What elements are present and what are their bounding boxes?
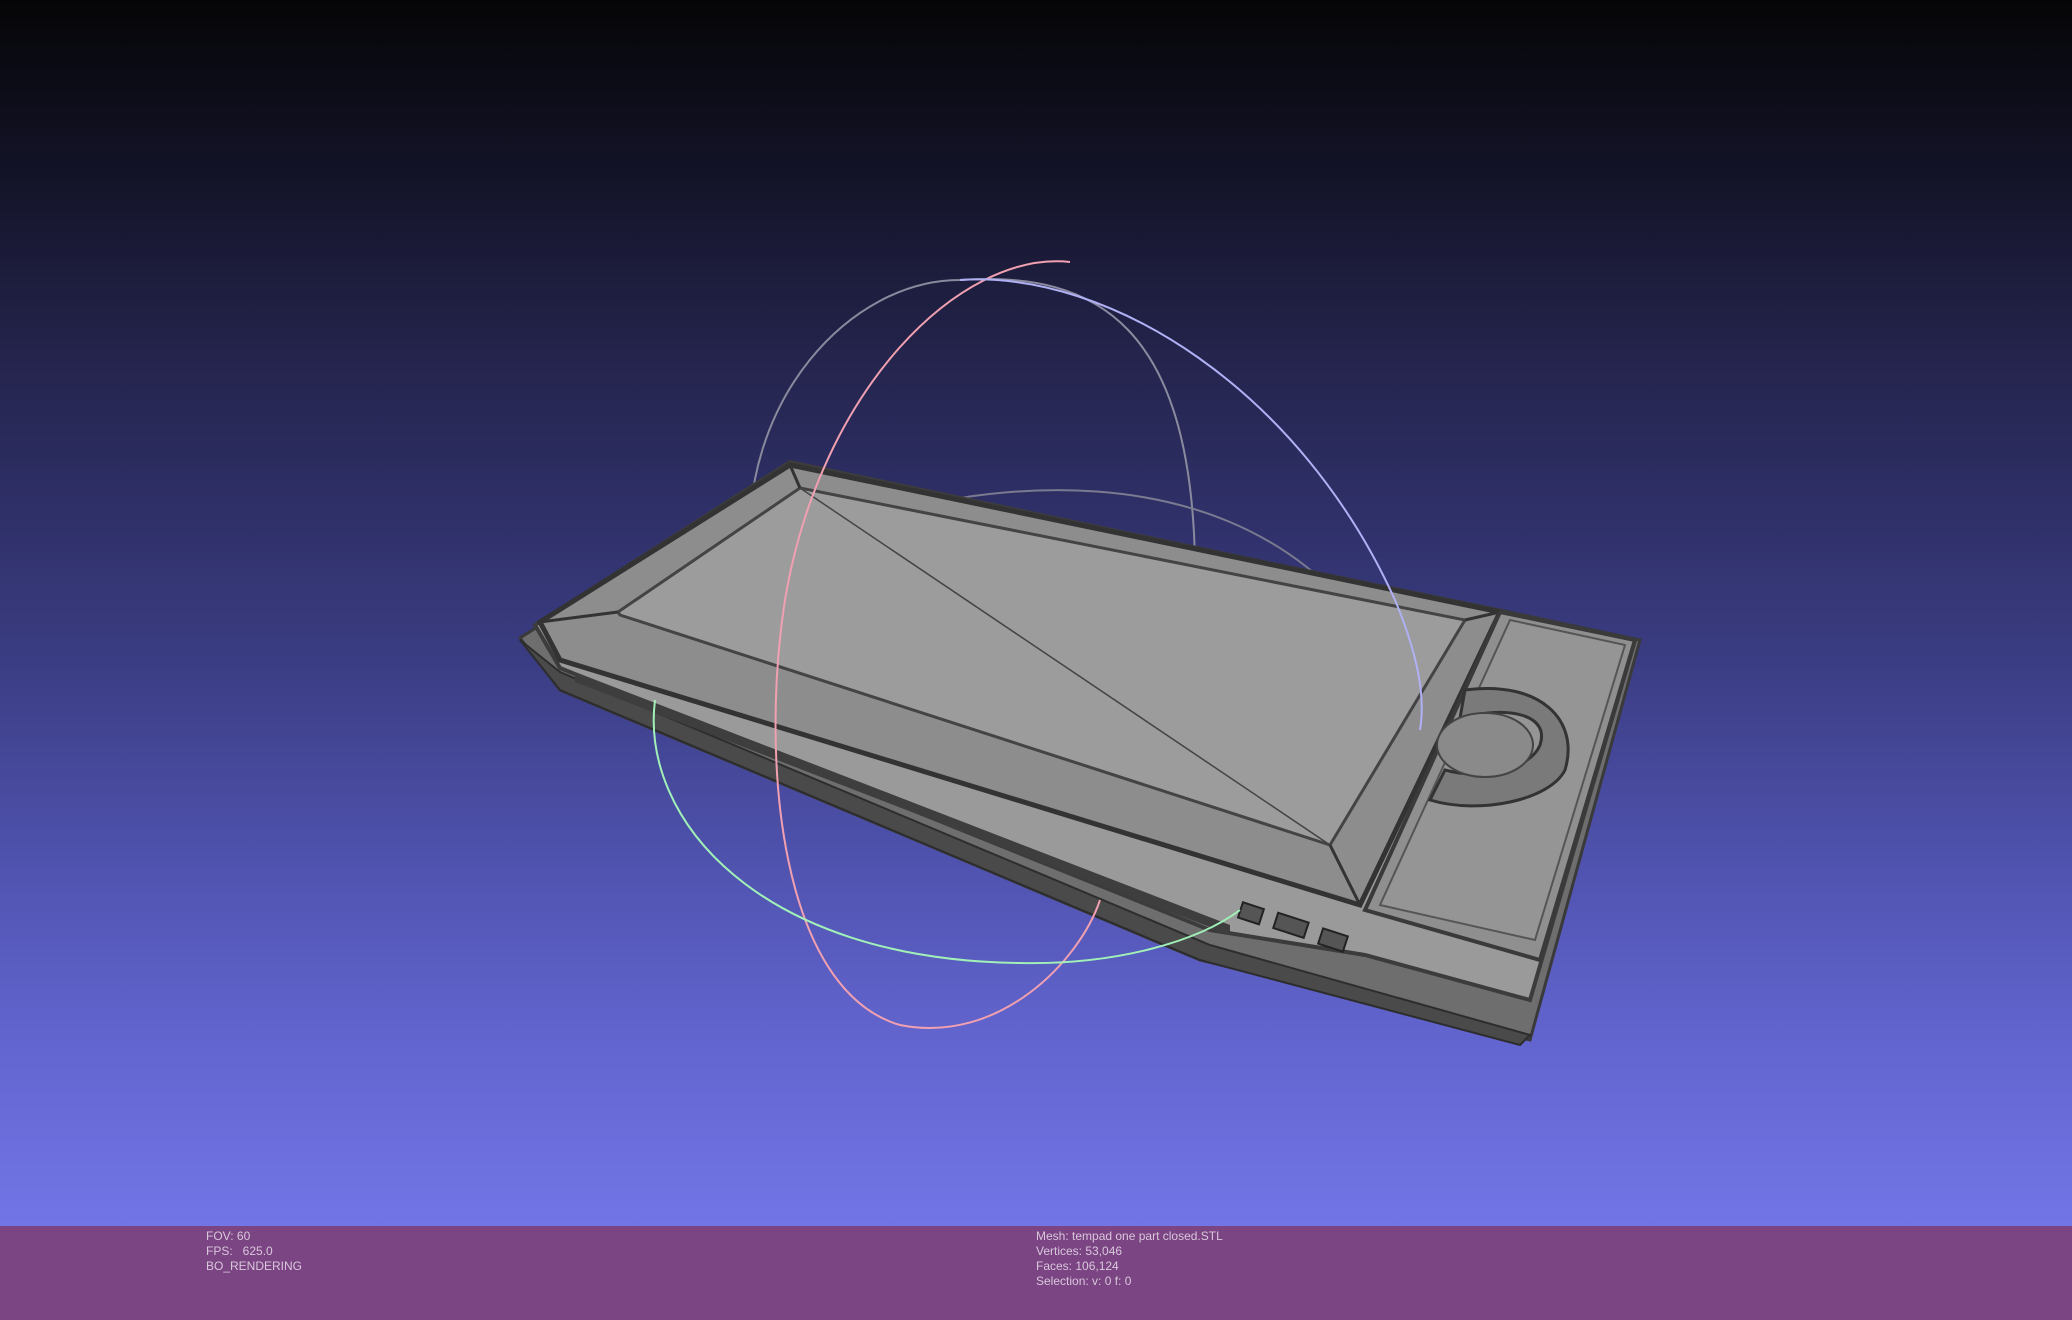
render-info: FOV: 60 FPS: 625.0 BO_RENDERING xyxy=(206,1229,302,1274)
3d-viewport[interactable] xyxy=(0,0,2072,1226)
mesh-info: Mesh: tempad one part closed.STL Vertice… xyxy=(1036,1229,1223,1289)
faces-label: Faces: 106,124 xyxy=(1036,1259,1119,1273)
status-bar: FOV: 60 FPS: 625.0 BO_RENDERING Mesh: te… xyxy=(0,1226,2072,1320)
mesh-name-label: Mesh: tempad one part closed.STL xyxy=(1036,1229,1223,1243)
vertices-label: Vertices: 53,046 xyxy=(1036,1244,1123,1258)
selection-label: Selection: v: 0 f: 0 xyxy=(1036,1274,1132,1288)
dial-center xyxy=(1436,712,1534,778)
mesh-canvas[interactable] xyxy=(0,0,2072,1226)
render-mode-label: BO_RENDERING xyxy=(206,1259,303,1273)
fps-label: FPS: 625.0 xyxy=(206,1244,273,1258)
tempad-mesh xyxy=(517,459,1642,1047)
fov-label: FOV: 60 xyxy=(206,1229,251,1243)
